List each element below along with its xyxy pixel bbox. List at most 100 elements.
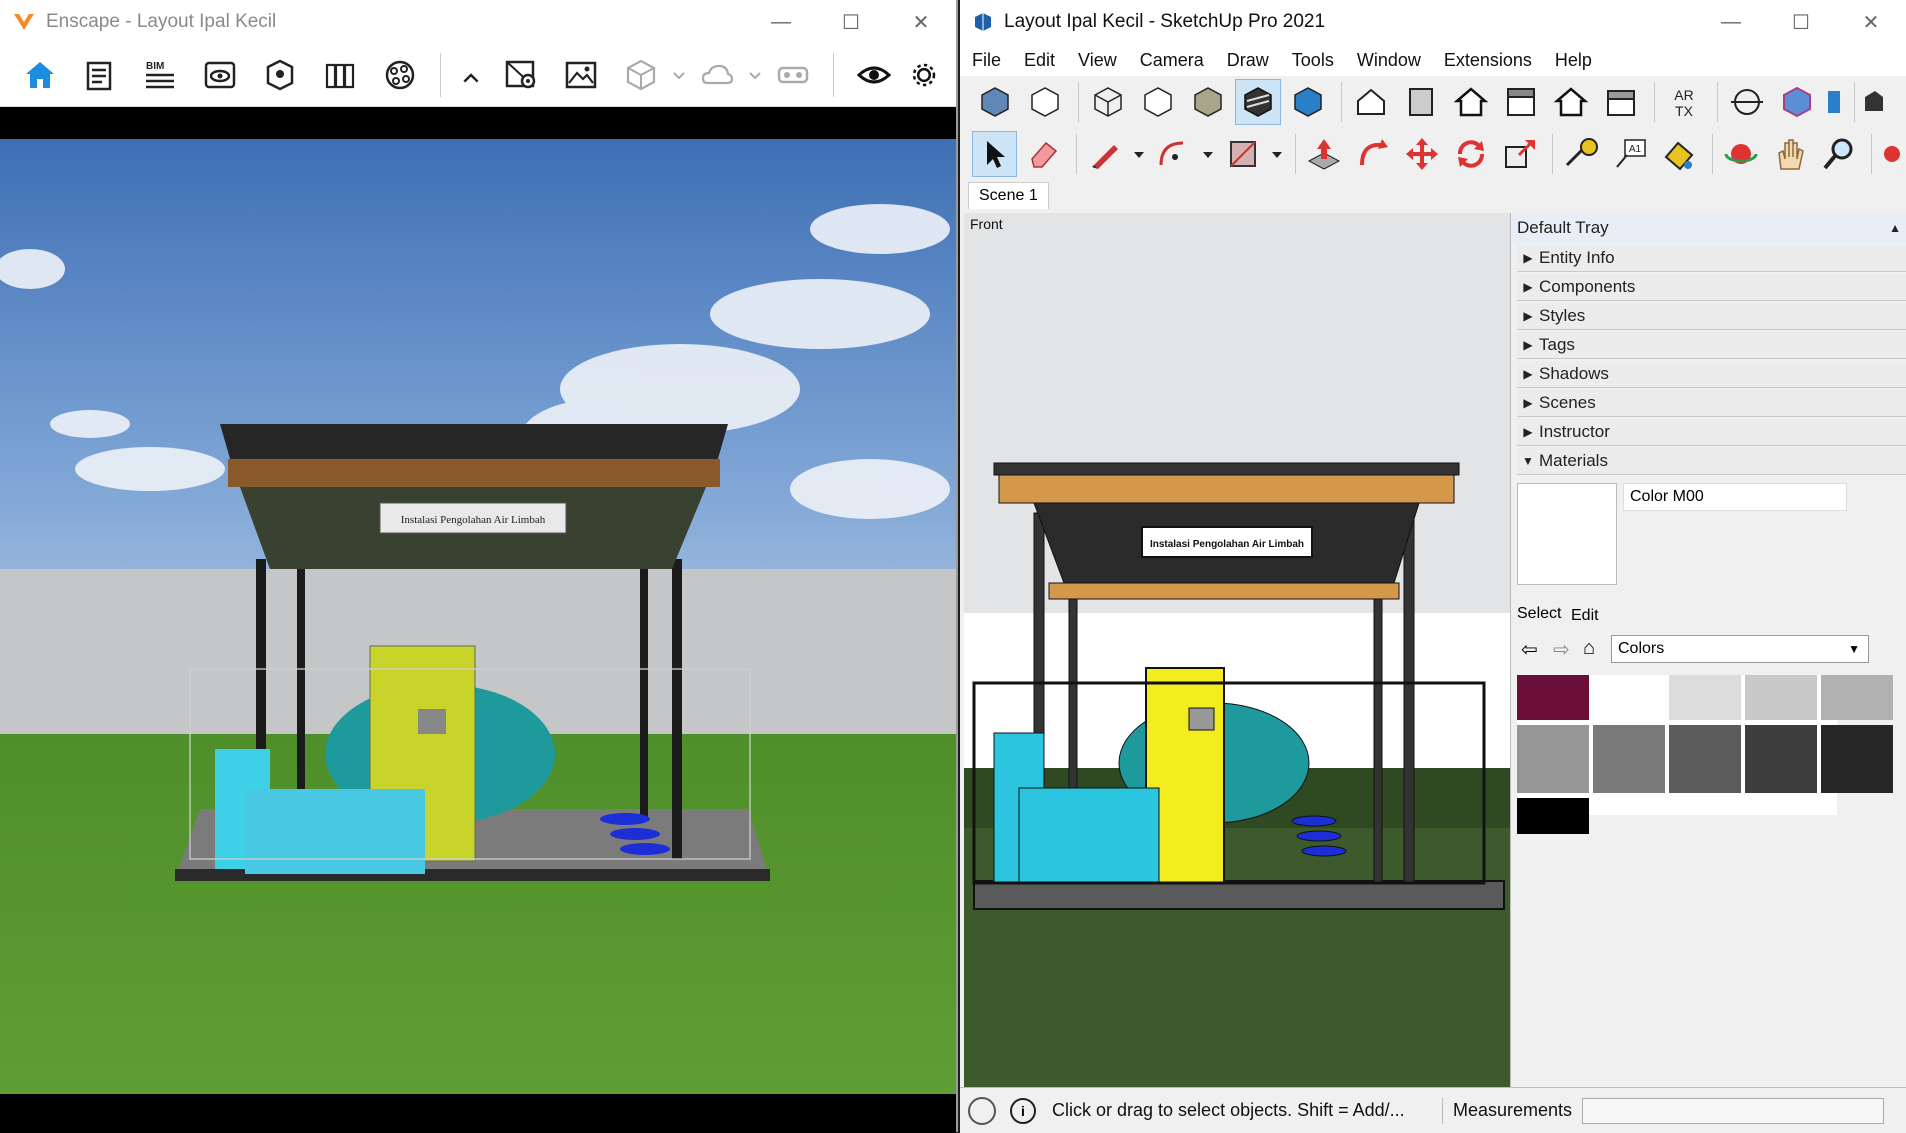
swatch-8[interactable] <box>1745 725 1817 793</box>
chevron-down-icon[interactable] <box>671 50 687 100</box>
material-library-select[interactable]: Colors ▼ <box>1611 635 1869 663</box>
right-view-icon[interactable] <box>1498 79 1544 125</box>
menu-extensions[interactable]: Extensions <box>1444 50 1532 71</box>
panel-components[interactable]: ▶ Components <box>1517 274 1906 301</box>
chevron-down-icon[interactable] <box>1131 131 1147 177</box>
panel-shadows[interactable]: ▶ Shadows <box>1517 361 1906 388</box>
hidden-line-icon[interactable] <box>1135 79 1181 125</box>
swatch-1[interactable] <box>1593 675 1665 720</box>
ar-tx-icon[interactable]: AR TX <box>1661 79 1707 125</box>
cloud-export-icon[interactable] <box>692 50 742 100</box>
swatch-6[interactable] <box>1593 725 1665 793</box>
swatch-2[interactable] <box>1669 675 1741 720</box>
chevron-down-icon[interactable] <box>1200 131 1216 177</box>
menu-file[interactable]: File <box>972 50 1001 71</box>
arc-tool-icon[interactable] <box>1151 131 1196 177</box>
view-management-icon[interactable] <box>255 50 305 100</box>
3d-warehouse-icon[interactable] <box>1774 79 1820 125</box>
paint-bucket-tool-icon[interactable] <box>1657 131 1702 177</box>
visual-settings-icon[interactable] <box>195 50 245 100</box>
shaded-with-textures-icon[interactable] <box>1235 79 1281 125</box>
panel-entity-info[interactable]: ▶ Entity Info <box>1517 245 1906 272</box>
swatch-10[interactable] <box>1517 798 1589 834</box>
menu-help[interactable]: Help <box>1555 50 1592 71</box>
chevron-down-icon[interactable] <box>747 50 763 100</box>
bim-icon[interactable]: BIM <box>135 50 185 100</box>
settings-icon[interactable] <box>909 50 939 100</box>
asset-library-icon[interactable] <box>315 50 365 100</box>
back-edges-icon[interactable] <box>1022 79 1068 125</box>
chevron-down-icon[interactable] <box>1269 131 1285 177</box>
rectangle-tool-icon[interactable] <box>1220 131 1265 177</box>
panel-styles[interactable]: ▶ Styles <box>1517 303 1906 330</box>
wireframe-icon[interactable] <box>1085 79 1131 125</box>
swatch-4[interactable] <box>1821 675 1893 720</box>
collapse-icon[interactable] <box>456 50 486 100</box>
move-tool-icon[interactable] <box>1400 131 1445 177</box>
enscape-render-viewport[interactable]: Instalasi Pengolahan Air Limbah <box>0 139 956 1094</box>
select-tool-icon[interactable] <box>972 131 1017 177</box>
measurements-input[interactable] <box>1582 1097 1885 1124</box>
sketchup-model-viewport[interactable]: Instalasi Pengolahan Air Limbah Front <box>964 213 1512 1087</box>
push-pull-tool-icon[interactable] <box>1302 131 1347 177</box>
left-view-icon[interactable] <box>1598 79 1644 125</box>
notes-icon[interactable] <box>75 50 125 100</box>
geolocation-icon[interactable] <box>968 1096 996 1125</box>
panel-tags[interactable]: ▶ Tags <box>1517 332 1906 359</box>
menu-edit[interactable]: Edit <box>1024 50 1055 71</box>
iso-view-icon[interactable] <box>1348 79 1394 125</box>
minimize-button[interactable]: — <box>1696 0 1766 44</box>
panel-instructor[interactable]: ▶ Instructor <box>1517 419 1906 446</box>
monochrome-icon[interactable] <box>1285 79 1331 125</box>
tape-measure-tool-icon[interactable] <box>1559 131 1604 177</box>
vr-headset-icon[interactable] <box>768 50 818 100</box>
layout-icon[interactable] <box>1861 79 1885 125</box>
maximize-button[interactable]: ☐ <box>1766 0 1836 44</box>
text-tool-icon[interactable]: A1 <box>1608 131 1653 177</box>
overflow-tool-icon[interactable] <box>1878 131 1902 177</box>
maximize-button[interactable]: ☐ <box>816 0 886 44</box>
swatch-0[interactable] <box>1517 675 1589 720</box>
zoom-tool-icon[interactable] <box>1816 131 1861 177</box>
menu-draw[interactable]: Draw <box>1227 50 1269 71</box>
close-button[interactable]: ✕ <box>1836 0 1906 44</box>
back-view-icon[interactable] <box>1548 79 1594 125</box>
back-arrow-icon[interactable]: ⇦ <box>1521 637 1538 662</box>
menu-view[interactable]: View <box>1078 50 1117 71</box>
screenshot-icon[interactable] <box>556 50 606 100</box>
material-editor-icon[interactable] <box>375 50 425 100</box>
shaded-icon[interactable] <box>1185 79 1231 125</box>
extension-icon[interactable] <box>1824 79 1844 125</box>
scene-tab[interactable]: Scene 1 <box>968 181 1049 209</box>
swatch-7[interactable] <box>1669 725 1741 793</box>
section-plane-icon[interactable] <box>1724 79 1770 125</box>
menu-tools[interactable]: Tools <box>1292 50 1334 71</box>
panel-scenes[interactable]: ▶ Scenes <box>1517 390 1906 417</box>
material-name-field[interactable]: Color M00 <box>1623 483 1847 511</box>
scale-tool-icon[interactable] <box>1497 131 1542 177</box>
menu-camera[interactable]: Camera <box>1140 50 1204 71</box>
info-icon[interactable]: i <box>1010 1097 1036 1124</box>
panel-materials[interactable]: ▼ Materials <box>1517 448 1906 475</box>
batch-render-icon[interactable] <box>496 50 546 100</box>
orbit-tool-icon[interactable] <box>1719 131 1764 177</box>
minimize-button[interactable]: — <box>746 0 816 44</box>
swatch-9[interactable] <box>1821 725 1893 793</box>
home-icon[interactable]: ⌂ <box>1583 637 1595 660</box>
export-model-icon[interactable] <box>616 50 666 100</box>
forward-arrow-icon[interactable]: ⇨ <box>1553 637 1570 662</box>
swatch-3[interactable] <box>1745 675 1817 720</box>
follow-me-tool-icon[interactable] <box>1351 131 1396 177</box>
pan-tool-icon[interactable] <box>1767 131 1812 177</box>
top-view-icon[interactable] <box>1398 79 1444 125</box>
tab-select[interactable]: Select <box>1517 605 1561 623</box>
front-view-icon[interactable] <box>1448 79 1494 125</box>
rotate-tool-icon[interactable] <box>1449 131 1494 177</box>
live-update-icon[interactable] <box>849 50 899 100</box>
home-icon[interactable] <box>15 50 65 100</box>
tab-edit[interactable]: Edit <box>1571 607 1599 625</box>
swatch-5[interactable] <box>1517 725 1589 793</box>
menu-window[interactable]: Window <box>1357 50 1421 71</box>
pin-icon[interactable]: ▲ <box>1889 221 1901 235</box>
eraser-tool-icon[interactable] <box>1021 131 1066 177</box>
